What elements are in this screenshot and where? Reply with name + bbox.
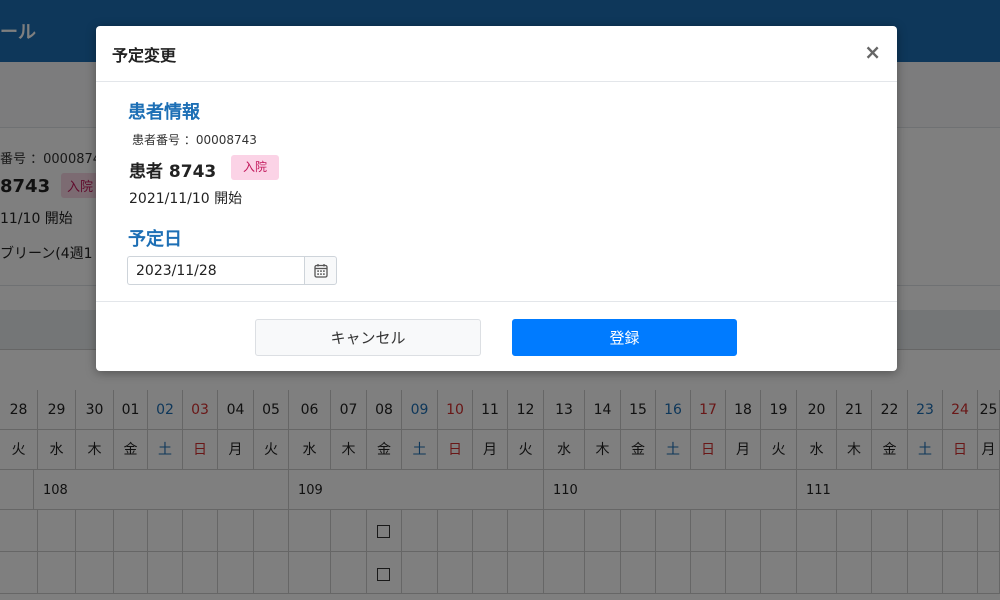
cancel-button[interactable]: キャンセル <box>255 319 481 356</box>
date-input[interactable] <box>127 256 305 285</box>
schedule-date-heading: 予定日 <box>128 229 182 250</box>
patient-number: 患者番号 ：00008743 <box>132 133 257 147</box>
save-button[interactable]: 登録 <box>512 319 737 356</box>
modal-footer: キャンセル 登録 <box>96 301 897 371</box>
modal-header: 予定変更 × <box>96 26 897 82</box>
date-picker <box>127 256 337 285</box>
modal-title: 予定変更 <box>112 46 177 65</box>
schedule-change-modal: 予定変更 × 患者情報 患者番号 ：00008743 患者 8743 入院 20… <box>96 26 897 371</box>
patient-name: 患者 8743 <box>129 162 217 182</box>
admission-badge: 入院 <box>231 155 279 180</box>
calendar-icon[interactable] <box>304 256 337 285</box>
patient-info-heading: 患者情報 <box>128 102 200 123</box>
start-date: 2021/11/10 開始 <box>129 191 243 207</box>
close-icon[interactable]: × <box>864 42 881 62</box>
